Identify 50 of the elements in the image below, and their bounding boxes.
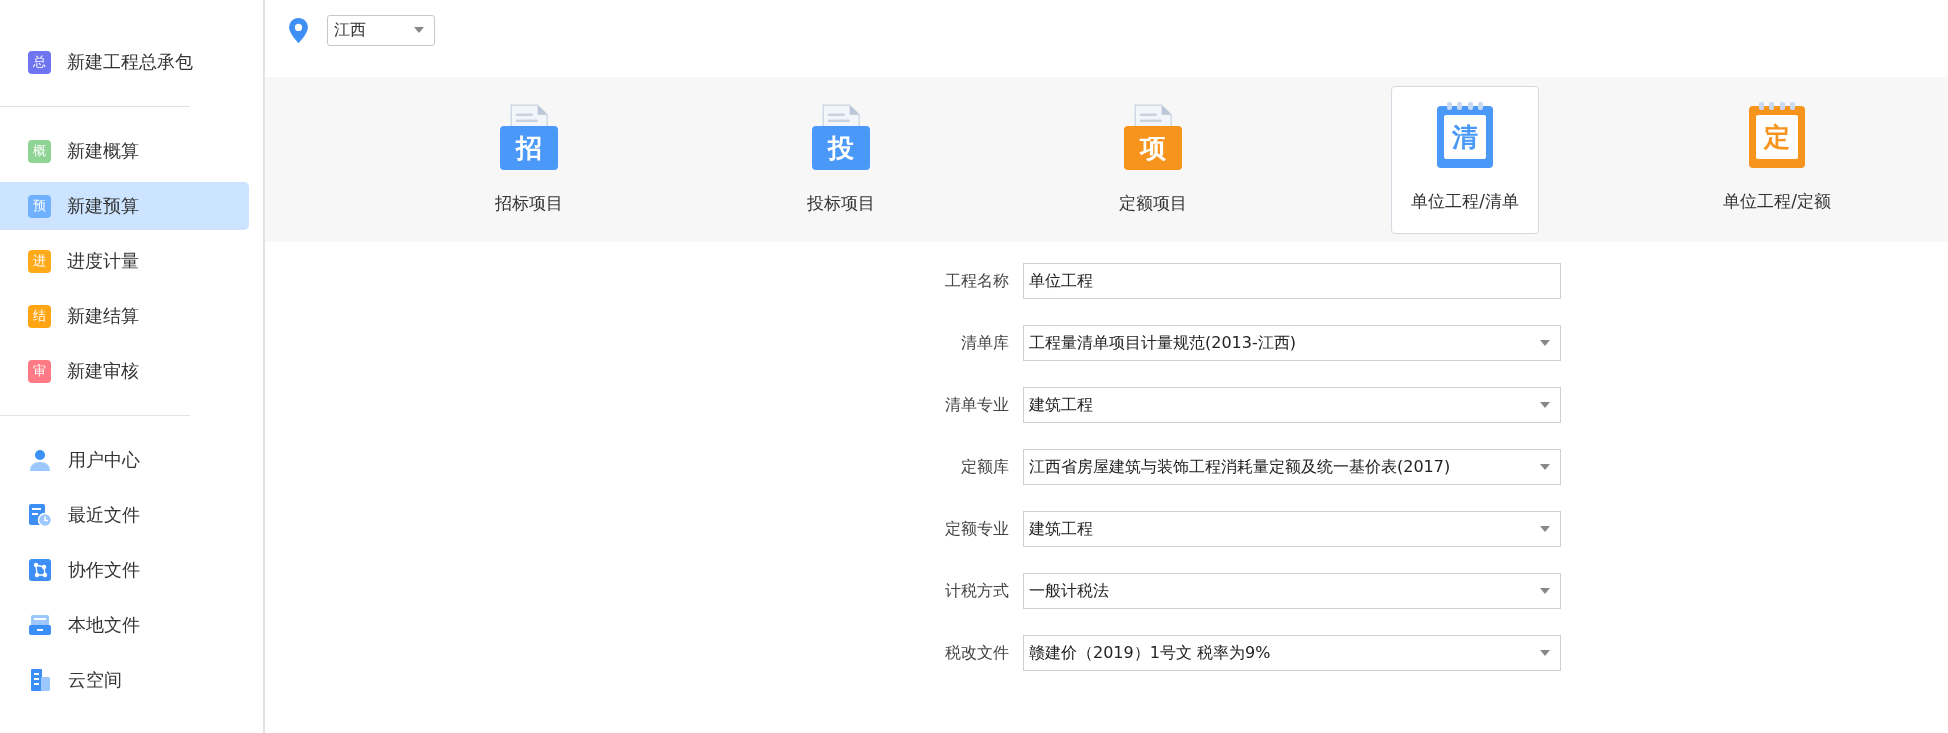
document-clock-icon [28,503,52,527]
caret-icon [1540,340,1550,346]
badge-icon: 结 [28,304,51,328]
badge-icon: 审 [28,359,51,383]
project-type-tile[interactable]: 定 单位工程/定额 [1703,85,1851,234]
badge-icon: 总 [28,50,51,74]
sidebar-item[interactable]: 协作文件 [0,546,249,594]
badge-icon: 概 [28,139,51,163]
input-field[interactable]: 单位工程 [1023,263,1561,299]
project-type-tile[interactable]: 招 招标项目 [455,85,603,234]
field-label: 清单专业 [944,394,1010,416]
field-label: 清单库 [960,332,1010,354]
sidebar-item[interactable]: 审 新建审核 [0,347,249,395]
dropdown-field[interactable]: 赣建价（2019）1号文 税率为9% [1023,635,1561,671]
network-icon [28,558,52,582]
sidebar-item[interactable]: 云空间 [0,656,249,704]
field-label: 工程名称 [944,270,1010,292]
field-label: 定额专业 [944,518,1010,540]
caret-icon [1540,526,1550,532]
sidebar-item[interactable]: 结 新建结算 [0,292,249,340]
sidebar-item[interactable]: 用户中心 [0,436,249,484]
caret-icon [414,27,424,33]
building-icon [28,668,52,692]
badge-icon: 预 [28,194,51,218]
caret-icon [1540,588,1550,594]
project-type-tile[interactable]: 项 定额项目 [1079,85,1227,234]
caret-icon [1540,464,1550,470]
sidebar-item[interactable]: 本地文件 [0,601,249,649]
sidebar-item[interactable]: 总 新建工程总承包 [0,38,249,86]
dropdown-field[interactable]: 江西省房屋建筑与装饰工程消耗量定额及统一基价表(2017) [1023,449,1561,485]
project-type-tile[interactable]: 清 单位工程/清单 [1391,85,1539,234]
field-label: 税改文件 [944,642,1010,664]
region-dropdown[interactable]: 江西 [327,14,435,46]
person-icon [28,448,52,472]
field-label: 计税方式 [944,580,1010,602]
project-type-tile[interactable]: 投 投标项目 [767,85,915,234]
dropdown-field[interactable]: 建筑工程 [1023,387,1561,423]
sidebar-item[interactable]: 预 新建预算 [0,182,249,230]
location-pin-icon [288,16,309,44]
dropdown-field[interactable]: 建筑工程 [1023,511,1561,547]
sidebar-item[interactable]: 概 新建概算 [0,127,249,175]
field-label: 定额库 [960,456,1010,478]
caret-icon [1540,402,1550,408]
badge-icon: 进 [28,249,51,273]
sidebar-item[interactable]: 进 进度计量 [0,237,249,285]
dropdown-field[interactable]: 一般计税法 [1023,573,1561,609]
sidebar-item[interactable]: 最近文件 [0,491,249,539]
drive-icon [28,613,52,637]
dropdown-field[interactable]: 工程量清单项目计量规范(2013-江西) [1023,325,1561,361]
caret-icon [1540,650,1550,656]
